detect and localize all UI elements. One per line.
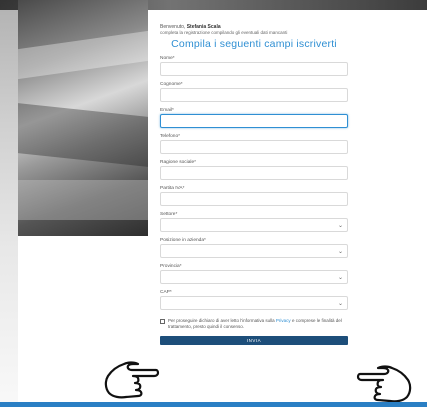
partita-iva-input[interactable] bbox=[160, 192, 348, 206]
chevron-down-icon: ⌄ bbox=[337, 249, 343, 255]
nome-input[interactable] bbox=[160, 62, 348, 76]
field-label: CAP* bbox=[160, 290, 172, 295]
field-cognome: Cognome* bbox=[160, 81, 348, 102]
consent-text-before: Per proseguire dichiaro di aver letto l'… bbox=[168, 318, 276, 323]
side-photo bbox=[18, 0, 148, 236]
ragione-sociale-input[interactable] bbox=[160, 166, 348, 180]
field-label: Ragione sociale* bbox=[160, 160, 197, 165]
subtitle: completa la registrazione compilando gli… bbox=[160, 30, 288, 35]
chevron-down-icon: ⌄ bbox=[337, 223, 343, 229]
cognome-input[interactable] bbox=[160, 88, 348, 102]
field-label: Settore* bbox=[160, 212, 178, 217]
field-provincia: Provincia* ⌄ bbox=[160, 263, 348, 284]
field-telefono: Telefono* bbox=[160, 133, 348, 154]
field-nome: Nome* bbox=[160, 55, 348, 76]
field-ragione-sociale: Ragione sociale* bbox=[160, 159, 348, 180]
field-partita-iva: Partita IVA* bbox=[160, 185, 348, 206]
field-label: Nome* bbox=[160, 56, 175, 61]
registration-form: Benvenuto, Stefania Scala completa la re… bbox=[160, 24, 348, 345]
chevron-down-icon: ⌄ bbox=[337, 301, 343, 307]
settore-select[interactable]: ⌄ bbox=[160, 218, 348, 232]
field-email: Email* bbox=[160, 107, 348, 128]
field-label: Posizione in azienda* bbox=[160, 238, 206, 243]
privacy-checkbox[interactable] bbox=[160, 319, 165, 324]
pointing-hand-icon bbox=[104, 361, 160, 399]
privacy-link[interactable]: Privacy bbox=[276, 318, 291, 323]
cap-select[interactable]: ⌄ bbox=[160, 296, 348, 310]
telefono-input[interactable] bbox=[160, 140, 348, 154]
submit-button[interactable]: INVIA bbox=[160, 336, 348, 345]
email-input[interactable] bbox=[160, 114, 348, 128]
background-left-edge bbox=[0, 0, 18, 407]
field-settore: Settore* ⌄ bbox=[160, 211, 348, 232]
provincia-select[interactable]: ⌄ bbox=[160, 270, 348, 284]
page-title: Compila i seguenti campi iscriverti bbox=[171, 38, 337, 50]
field-label: Cognome* bbox=[160, 82, 183, 87]
field-label: Email* bbox=[160, 108, 174, 113]
posizione-select[interactable]: ⌄ bbox=[160, 244, 348, 258]
field-cap: CAP* ⌄ bbox=[160, 289, 348, 310]
chevron-down-icon: ⌄ bbox=[337, 275, 343, 281]
field-label: Partita IVA* bbox=[160, 186, 185, 191]
field-label: Telefono* bbox=[160, 134, 181, 139]
privacy-consent: Per proseguire dichiaro di aver letto l'… bbox=[160, 318, 348, 330]
field-posizione: Posizione in azienda* ⌄ bbox=[160, 237, 348, 258]
field-label: Provincia* bbox=[160, 264, 182, 269]
bottom-bar bbox=[0, 402, 427, 407]
consent-text: Per proseguire dichiaro di aver letto l'… bbox=[168, 318, 348, 330]
pointing-hand-icon bbox=[356, 365, 412, 403]
